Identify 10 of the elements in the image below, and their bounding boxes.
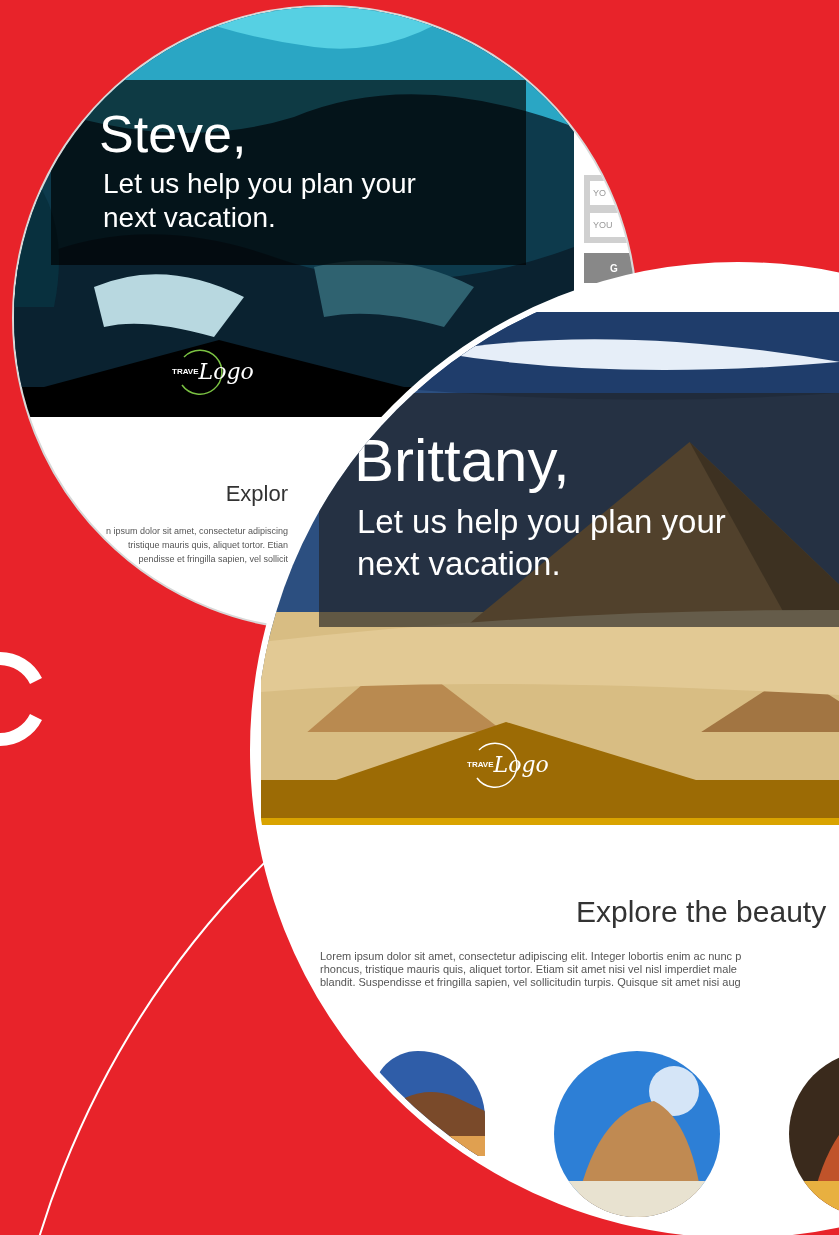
section-heading: Explore the beauty (575, 894, 828, 930)
greeting: Brittany, (354, 429, 571, 493)
paragraph: n ipsum dolor sit amet, consectetur adipiscing tristique mauris quis, aliquet tortor. Etian pendisse et fringilla sapien, vel sollicit (105, 525, 288, 566)
greeting: Steve, (99, 104, 248, 165)
logo-prefix: TRAVE (172, 367, 199, 376)
section-heading: Explor (225, 480, 288, 508)
tagline: Let us help you plan your next vacation. (357, 502, 727, 584)
paragraph: Lorem ipsum dolor sit amet, consectetur adipiscing elit. Integer lobortis enim ac nunc p rhoncus, tristique mauris quis, aliquet tortor. Etiam sit amet nisi vel nisl imperdiet male blandit. Suspendisse et fringilla sapien, vel sollicitudin turpis. Quisque sit amet nisi aug (319, 950, 743, 989)
logo-prefix: TRAVE (467, 760, 494, 769)
tagline: Let us help you plan your next vacation. (102, 167, 417, 235)
